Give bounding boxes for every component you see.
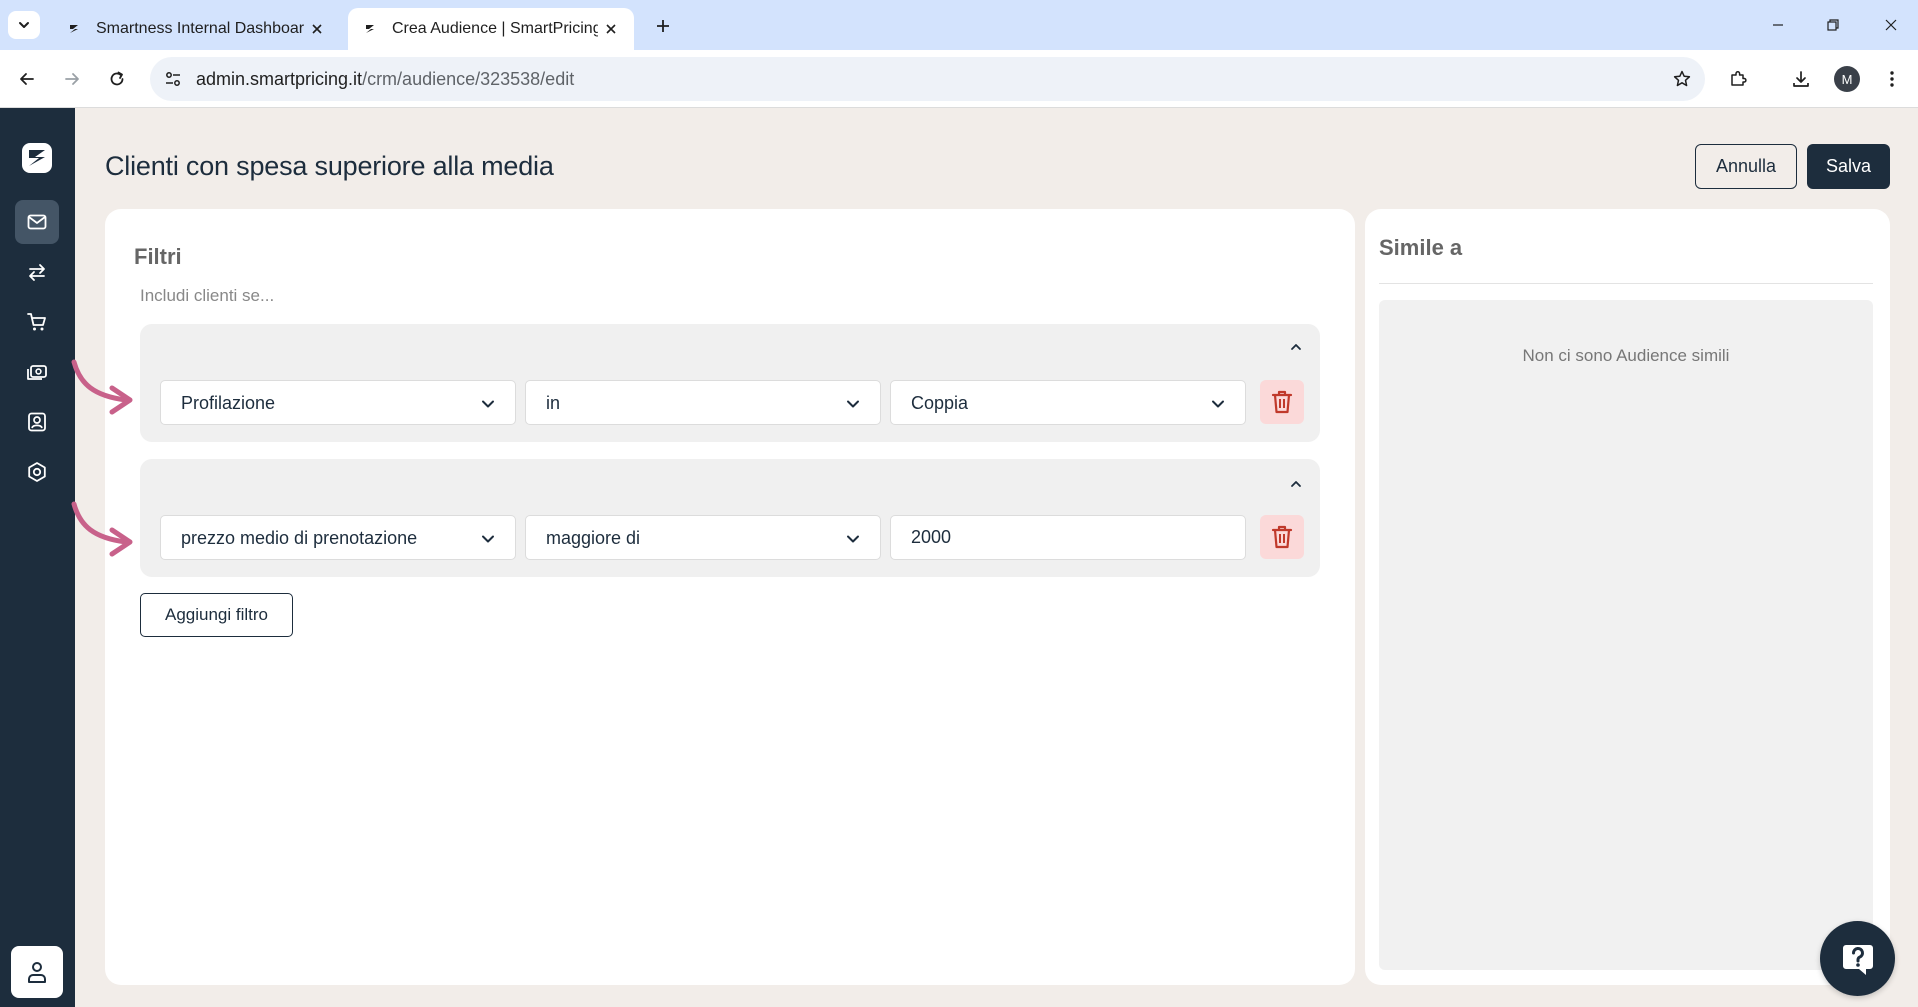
close-icon xyxy=(1884,18,1898,32)
smartpricing-logo-icon[interactable] xyxy=(21,142,53,174)
close-tab-icon[interactable] xyxy=(598,16,624,42)
arrow-right-icon xyxy=(63,70,81,88)
restore-icon xyxy=(1826,18,1840,32)
trash-icon xyxy=(1270,524,1294,550)
browser-menu-button[interactable] xyxy=(1877,64,1907,94)
filter-field-select[interactable]: Profilazione xyxy=(160,380,516,425)
close-window-button[interactable] xyxy=(1876,10,1906,40)
filter-field-select[interactable]: prezzo medio di prenotazione xyxy=(160,515,516,560)
select-value: prezzo medio di prenotazione xyxy=(181,528,418,548)
tab-search-button[interactable] xyxy=(8,11,40,39)
delete-filter-button[interactable] xyxy=(1260,515,1304,559)
tab-title: Crea Audience | SmartPricing xyxy=(392,20,598,37)
site-settings-icon[interactable] xyxy=(162,68,184,90)
sidebar-item-crm[interactable] xyxy=(15,200,59,244)
sidebar-item-payments[interactable] xyxy=(15,350,59,394)
arrow-left-icon xyxy=(18,70,36,88)
tab-smartness-dashboard[interactable]: Smartness Internal Dashboard xyxy=(52,8,340,50)
select-value: in xyxy=(546,393,561,413)
chevron-down-icon xyxy=(17,18,31,32)
tab-crea-audience[interactable]: Crea Audience | SmartPricing xyxy=(348,8,634,50)
sidebar-item-transfers[interactable] xyxy=(15,250,59,294)
delete-filter-button[interactable] xyxy=(1260,380,1304,424)
minimize-window-button[interactable] xyxy=(1763,10,1793,40)
chevron-down-icon xyxy=(844,395,862,413)
reload-icon xyxy=(108,70,126,88)
chevron-down-icon xyxy=(479,530,497,548)
annotation-arrow-icon xyxy=(68,500,138,560)
url-domain: admin.smartpricing.it xyxy=(196,69,363,89)
back-button[interactable] xyxy=(12,64,42,94)
plus-icon xyxy=(655,18,671,34)
mail-icon xyxy=(26,211,48,233)
smartpricing-favicon-icon xyxy=(64,22,84,36)
save-button[interactable]: Salva xyxy=(1807,144,1890,189)
user-account-button[interactable] xyxy=(11,946,63,998)
collapse-chevron-up-icon[interactable] xyxy=(1283,471,1309,497)
select-value: Coppia xyxy=(911,393,969,413)
url-path: /crm/audience/323538/edit xyxy=(362,69,575,89)
similar-audiences-card: Simile a Non ci sono Audience simili xyxy=(1365,209,1890,985)
trash-icon xyxy=(1270,389,1294,415)
annotation-arrow-icon xyxy=(68,358,138,418)
filters-subtitle: Includi clienti se... xyxy=(140,286,275,305)
sidebar-item-shop[interactable] xyxy=(15,300,59,344)
select-value: Profilazione xyxy=(181,393,276,413)
forward-button[interactable] xyxy=(57,64,87,94)
address-bar[interactable]: admin.smartpricing.it/crm/audience/32353… xyxy=(150,57,1705,101)
filter-operator-select[interactable]: maggiore di xyxy=(525,515,881,560)
chevron-down-icon xyxy=(844,530,862,548)
app-sidebar xyxy=(0,108,75,1007)
filters-card: Filtri Includi clienti se... Profilazion… xyxy=(105,209,1355,985)
reload-button[interactable] xyxy=(102,64,132,94)
user-icon xyxy=(26,960,48,984)
restore-window-button[interactable] xyxy=(1818,10,1848,40)
extensions-button[interactable] xyxy=(1723,64,1753,94)
filter-value-input[interactable]: 2000 xyxy=(890,515,1246,560)
select-value: maggiore di xyxy=(546,528,641,548)
downloads-button[interactable] xyxy=(1786,64,1816,94)
new-tab-button[interactable] xyxy=(650,13,676,39)
browser-tab-bar: Smartness Internal Dashboard Crea Audien… xyxy=(0,0,1918,50)
money-icon xyxy=(26,361,48,383)
url-text: admin.smartpricing.it/crm/audience/32353… xyxy=(196,69,574,90)
puzzle-icon xyxy=(1728,69,1748,89)
filters-title: Filtri xyxy=(134,244,182,269)
settings-icon xyxy=(26,461,48,483)
minimize-icon xyxy=(1771,18,1785,32)
divider xyxy=(1379,283,1873,284)
sidebar-item-settings[interactable] xyxy=(15,450,59,494)
profile-avatar[interactable]: M xyxy=(1834,66,1860,92)
cart-icon xyxy=(26,311,48,333)
similar-title: Simile a xyxy=(1379,235,1463,260)
chat-question-icon xyxy=(1838,939,1878,979)
arrows-swap-icon xyxy=(26,261,48,283)
collapse-chevron-up-icon[interactable] xyxy=(1283,334,1309,360)
chevron-down-icon xyxy=(479,395,497,413)
more-vertical-icon xyxy=(1889,69,1895,89)
smartpricing-favicon-icon xyxy=(360,22,380,36)
close-tab-icon[interactable] xyxy=(304,16,330,42)
bookmark-star-icon[interactable] xyxy=(1671,68,1693,90)
browser-toolbar: admin.smartpricing.it/crm/audience/32353… xyxy=(0,50,1918,108)
contact-icon xyxy=(26,411,48,433)
filter-group: Profilazione in Coppia xyxy=(140,324,1320,442)
download-icon xyxy=(1791,69,1811,89)
sidebar-item-contacts[interactable] xyxy=(15,400,59,444)
filter-value-select[interactable]: Coppia xyxy=(890,380,1246,425)
chevron-down-icon xyxy=(1209,395,1227,413)
filter-group: prezzo medio di prenotazione maggiore di… xyxy=(140,459,1320,577)
tab-title: Smartness Internal Dashboard xyxy=(96,20,304,37)
cancel-button[interactable]: Annulla xyxy=(1695,144,1797,189)
filter-operator-select[interactable]: in xyxy=(525,380,881,425)
help-chat-button[interactable] xyxy=(1820,921,1895,996)
page-title: Clienti con spesa superiore alla media xyxy=(105,151,554,181)
similar-empty-state: Non ci sono Audience simili xyxy=(1379,300,1873,970)
empty-state-text: Non ci sono Audience simili xyxy=(1522,346,1730,365)
add-filter-button[interactable]: Aggiungi filtro xyxy=(140,593,293,637)
